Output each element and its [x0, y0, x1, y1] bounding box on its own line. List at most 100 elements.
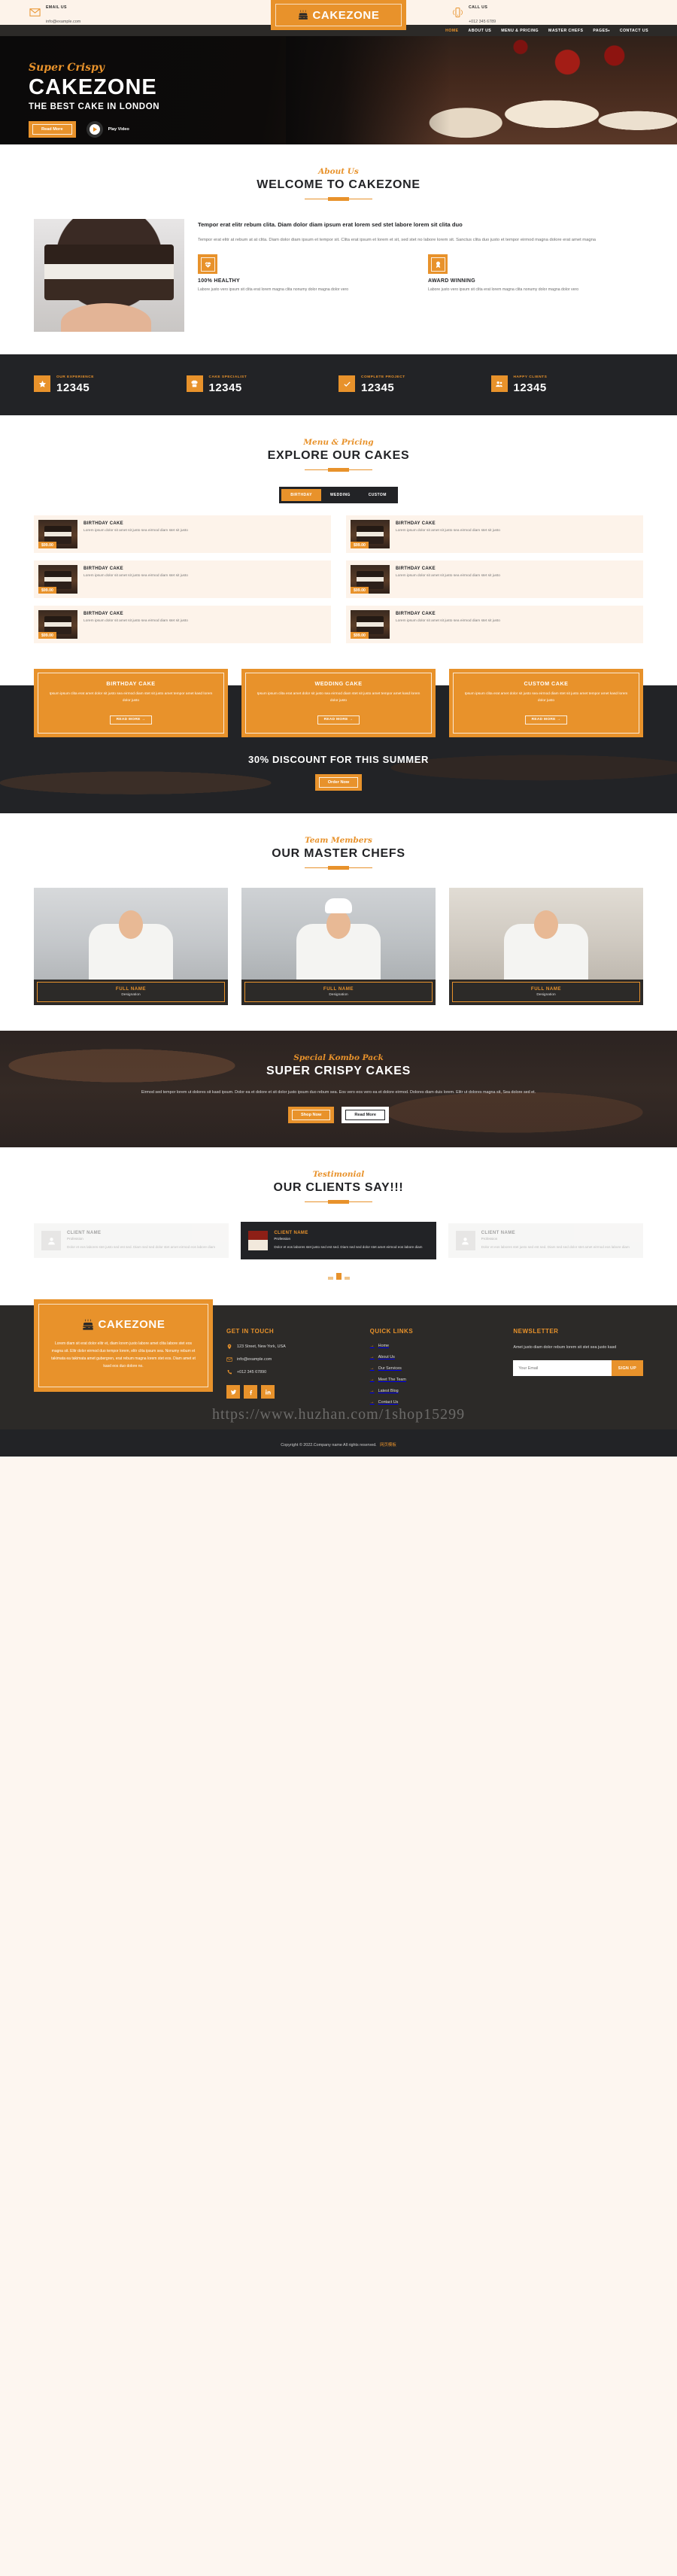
- nav-item-menu-pricing[interactable]: MENU & PRICING: [501, 29, 539, 33]
- testimonial-card[interactable]: CLIENT NAME Profession Dolor et eos labo…: [448, 1223, 643, 1259]
- section-divider: [305, 866, 372, 870]
- package-read-more-button[interactable]: READ MORE →: [524, 715, 568, 724]
- footer-social-links: [226, 1385, 357, 1399]
- testimonial-card[interactable]: CLIENT NAME Profession Dolor et eos labo…: [34, 1223, 229, 1259]
- menu-item-image: $99.00: [351, 565, 390, 594]
- footer-phone[interactable]: +012 345 67890: [226, 1369, 357, 1375]
- footer-address-value: 123 Street, New York, USA: [237, 1344, 286, 1350]
- menu-item[interactable]: $99.00 BIRTHDAY CAKE Lorem ipsum dolor si…: [34, 560, 331, 598]
- linkedin-icon[interactable]: [261, 1385, 275, 1399]
- pagination-dot-active[interactable]: [335, 1273, 342, 1280]
- tab-birthday[interactable]: BIRTHDAY: [281, 489, 321, 501]
- footer-email[interactable]: info@example.com: [226, 1356, 357, 1362]
- about-feature-healthy-title: 100% HEALTHY: [198, 278, 240, 284]
- package-title: BIRTHDAY CAKE: [106, 680, 156, 687]
- testimonial-role: Profession: [274, 1237, 291, 1241]
- envelope-icon: [29, 7, 41, 19]
- about-feature-healthy: 100% HEALTHY Labore justo vero ipsum sit…: [198, 254, 413, 293]
- menu-item-name: BIRTHDAY CAKE: [396, 567, 436, 571]
- footer-link-our-services[interactable]: → Our Services: [370, 1366, 500, 1371]
- tab-wedding[interactable]: WEDDING: [321, 489, 360, 501]
- play-icon[interactable]: [86, 121, 103, 138]
- phone-icon: [227, 1370, 232, 1375]
- fact-complete-project-value: 12345: [361, 381, 395, 394]
- chef-card[interactable]: FULL NAME Designation: [449, 887, 643, 1005]
- menu-item[interactable]: $99.00 BIRTHDAY CAKE Lorem ipsum dolor si…: [34, 606, 331, 643]
- nav-item-contact-us[interactable]: CONTACT US: [620, 29, 648, 33]
- packages-section: BIRTHDAY CAKE Ipsum ipsum clita erat ame…: [0, 669, 677, 737]
- package-title: CUSTOM CAKE: [524, 680, 569, 687]
- menu-item[interactable]: $99.00 BIRTHDAY CAKE Lorem ipsum dolor si…: [346, 606, 643, 643]
- chef-role: Designation: [121, 992, 141, 997]
- footer-link-latest-blog[interactable]: → Latest Blog: [370, 1389, 500, 1393]
- menu-items-grid: $99.00 BIRTHDAY CAKE Lorem ipsum dolor si…: [34, 515, 643, 643]
- nav-item-master-chefs[interactable]: MASTER CHEFS: [548, 29, 583, 33]
- nav-item-home[interactable]: HOME: [445, 29, 458, 33]
- twitter-icon[interactable]: [226, 1385, 240, 1399]
- hero-play-video[interactable]: Play Video: [86, 121, 129, 138]
- package-read-more-button[interactable]: READ MORE →: [317, 715, 360, 724]
- about-feature-award-title: AWARD WINNING: [428, 278, 476, 284]
- about-body-text: Tempor erat elitr at rebum at at clita. …: [198, 237, 597, 242]
- menu-tabs: BIRTHDAY WEDDING CUSTOM: [279, 487, 398, 503]
- footer-link-home[interactable]: → Home: [370, 1344, 500, 1348]
- nav-item-about-us[interactable]: ABOUT US: [469, 29, 492, 33]
- about-feature-award: AWARD WINNING Labore justo vero ipsum si…: [428, 254, 643, 293]
- package-desc: Ipsum ipsum clita erat amet dolor sit ju…: [257, 692, 420, 703]
- copyright-bar: Copyright © 2022.Company name All rights…: [0, 1429, 677, 1457]
- location-icon: [227, 1344, 232, 1350]
- hero-play-label: Play Video: [108, 127, 129, 132]
- topbar-email-value[interactable]: info@example.com: [46, 20, 80, 24]
- pagination-dot[interactable]: [327, 1277, 333, 1280]
- nav-item-pages[interactable]: PAGES▾: [593, 29, 610, 33]
- discount-order-now-button[interactable]: Order Now: [314, 773, 363, 791]
- package-desc: Ipsum ipsum clita erat amet dolor sit ju…: [464, 692, 628, 703]
- hero-background-image: [286, 36, 677, 144]
- menu-item[interactable]: $99.00 BIRTHDAY CAKE Lorem ipsum dolor si…: [346, 560, 643, 598]
- chef-icon: [186, 375, 203, 392]
- team-script-text: Team Members: [305, 835, 372, 845]
- menu-item-image: $99.00: [38, 520, 77, 548]
- avatar: [248, 1231, 269, 1251]
- hero-read-more-button[interactable]: Read More: [29, 121, 76, 138]
- testimonial-section: Testimonial OUR CLIENTS SAY!!! CLIENT NA…: [0, 1147, 677, 1306]
- footer-link-label: Contact Us: [378, 1400, 399, 1405]
- about-lead-text: Tempor erat elitr rebum clita. Diam dolo…: [198, 221, 463, 228]
- check-icon: [338, 375, 355, 392]
- tab-custom[interactable]: CUSTOM: [360, 489, 396, 501]
- package-custom-cake[interactable]: CUSTOM CAKE Ipsum ipsum clita erat amet …: [449, 669, 643, 737]
- combo-shop-now-button[interactable]: Shop Now: [288, 1107, 335, 1124]
- combo-read-more-button[interactable]: Read More: [342, 1107, 389, 1124]
- package-wedding-cake[interactable]: WEDDING CAKE Ipsum ipsum clita erat amet…: [241, 669, 436, 737]
- topbar-phone-value[interactable]: +012 345 6789: [469, 20, 496, 24]
- chef-card[interactable]: FULL NAME Designation: [34, 887, 228, 1005]
- nav-item-pages-label: PAGES: [593, 28, 609, 33]
- chef-card[interactable]: FULL NAME Designation: [241, 887, 436, 1005]
- testimonial-role: Profession: [67, 1237, 83, 1241]
- menu-item[interactable]: $99.00 BIRTHDAY CAKE Lorem ipsum dolor si…: [346, 515, 643, 553]
- fact-happy-clients-label: HAPPY CLIENTS: [513, 375, 548, 379]
- menu-item-price: $99.00: [38, 542, 56, 548]
- fact-happy-clients: HAPPY CLIENTS 12345: [490, 375, 644, 394]
- footer-link-meet-the-team[interactable]: → Meet The Team: [370, 1378, 500, 1382]
- facebook-icon[interactable]: [244, 1385, 257, 1399]
- menu-item-desc: Lorem ipsum dolor sit amet sit justo sea…: [396, 529, 500, 533]
- pagination-dot[interactable]: [344, 1277, 350, 1280]
- testimonial-card[interactable]: CLIENT NAME Profession Dolor et eos labo…: [241, 1222, 436, 1260]
- about-feature-healthy-body: Labore justo vero ipsum sit clita erat l…: [198, 287, 349, 293]
- package-birthday-cake[interactable]: BIRTHDAY CAKE Ipsum ipsum clita erat ame…: [34, 669, 228, 737]
- footer-address: 123 Street, New York, USA: [226, 1344, 357, 1350]
- menu-item-name: BIRTHDAY CAKE: [83, 521, 123, 526]
- footer-link-contact-us[interactable]: → Contact Us: [370, 1400, 500, 1405]
- copyright-cn-link[interactable]: 网页模板: [380, 1443, 396, 1447]
- newsletter-email-input[interactable]: [513, 1360, 612, 1377]
- newsletter-signup-button[interactable]: Sign Up: [611, 1360, 644, 1377]
- arrow-right-icon: →: [369, 1344, 375, 1349]
- package-read-more-button[interactable]: READ MORE →: [109, 715, 153, 724]
- chef-photo: [241, 887, 436, 980]
- team-section: Team Members OUR MASTER CHEFS FULL NAME …: [0, 813, 677, 1031]
- footer-link-about-us[interactable]: → About Us: [370, 1355, 500, 1359]
- header-logo[interactable]: CAKEZONE: [271, 0, 406, 30]
- menu-item[interactable]: $99.00 BIRTHDAY CAKE Lorem ipsum dolor si…: [34, 515, 331, 553]
- fact-cake-specialist-label: CAKE SPECIALIST: [208, 375, 247, 379]
